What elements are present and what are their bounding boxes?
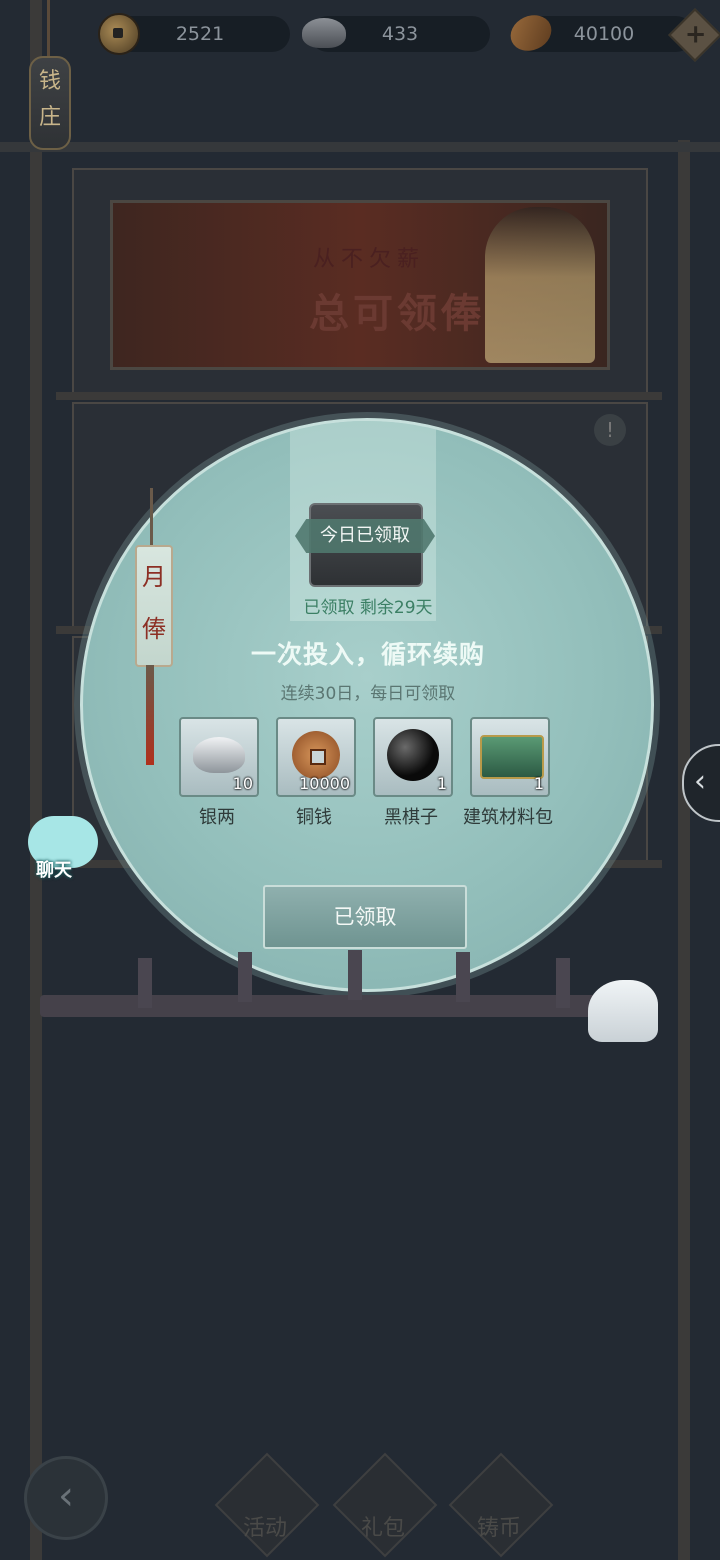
bridge-post — [456, 952, 470, 1002]
banner-title: 总可领俸 — [309, 290, 485, 337]
claimed-button[interactable]: 已领取 — [263, 885, 467, 949]
deer-icon — [588, 980, 658, 1042]
item-name: 建筑材料包 — [463, 807, 553, 828]
reward-item-materials[interactable]: 1 — [470, 717, 550, 797]
silver-ingot-icon — [193, 737, 245, 773]
monthly-pay-label: 月俸 — [142, 563, 166, 643]
copper-coin-icon — [98, 13, 140, 55]
reward-item-black-stone[interactable]: 1 — [373, 717, 453, 797]
character-portrait — [485, 207, 595, 363]
claim-status: 已领取 剩余29天 — [303, 598, 433, 618]
modal-subline: 连续30日，每日可领取 — [280, 684, 456, 704]
shop-name-label: 钱庄 — [38, 69, 61, 130]
bridge-post — [348, 950, 362, 1000]
lantern-cord — [47, 0, 50, 56]
material-chest-icon — [480, 735, 544, 779]
banner-subtitle: 从不欠薪 — [313, 247, 426, 272]
item-name: 黑棋子 — [384, 807, 438, 828]
item-count: 1 — [533, 774, 544, 793]
item-count: 1 — [436, 774, 447, 793]
modal-headline: 一次投入，循环续购 — [250, 640, 485, 669]
alert-icon: ! — [594, 414, 626, 446]
plus-icon: + — [684, 19, 707, 50]
item-name: 铜钱 — [296, 807, 332, 828]
item-count: 10 — [232, 774, 253, 793]
monthly-pay-tag: 月俸 — [135, 545, 173, 667]
reward-item-silver[interactable]: 10 — [179, 717, 259, 797]
black-stone-icon — [387, 729, 439, 781]
shelf-beam — [56, 392, 662, 400]
tab-gift[interactable]: 礼包 — [343, 1510, 423, 1542]
left-frame-post — [30, 0, 42, 1560]
silver-ingot-icon — [302, 18, 346, 48]
banner-image: 从不欠薪 总可领俸 — [110, 200, 610, 370]
tab-activity[interactable]: 活动 — [225, 1510, 305, 1542]
item-count: 10000 — [299, 774, 350, 793]
red-tassel — [146, 665, 154, 765]
banner-card: 从不欠薪 总可领俸 — [72, 168, 648, 394]
item-name: 银两 — [199, 807, 235, 828]
chevron-left-icon: ‹ — [694, 764, 706, 799]
claimed-today-tag: 今日已领取 — [295, 519, 435, 553]
right-frame-post — [678, 140, 690, 1560]
tab-mint[interactable]: 铸币 — [459, 1510, 539, 1542]
tassel-cord — [150, 488, 153, 546]
monthly-pay-modal: 今日已领取 已领取 剩余29天 一次投入，循环续购 连续30日，每日可领取 10… — [80, 418, 654, 992]
bridge-rail — [40, 995, 600, 1017]
bridge-post — [238, 952, 252, 1002]
shop-name-lantern: 钱庄 — [29, 56, 71, 150]
top-frame-beam — [0, 142, 720, 152]
bridge-post — [138, 958, 152, 1008]
back-button[interactable]: ‹ — [24, 1456, 108, 1540]
chat-label[interactable]: 聊天 — [36, 856, 72, 882]
coin-hole — [310, 749, 326, 765]
reward-item-coins[interactable]: 10000 — [276, 717, 356, 797]
bridge-post — [556, 958, 570, 1008]
